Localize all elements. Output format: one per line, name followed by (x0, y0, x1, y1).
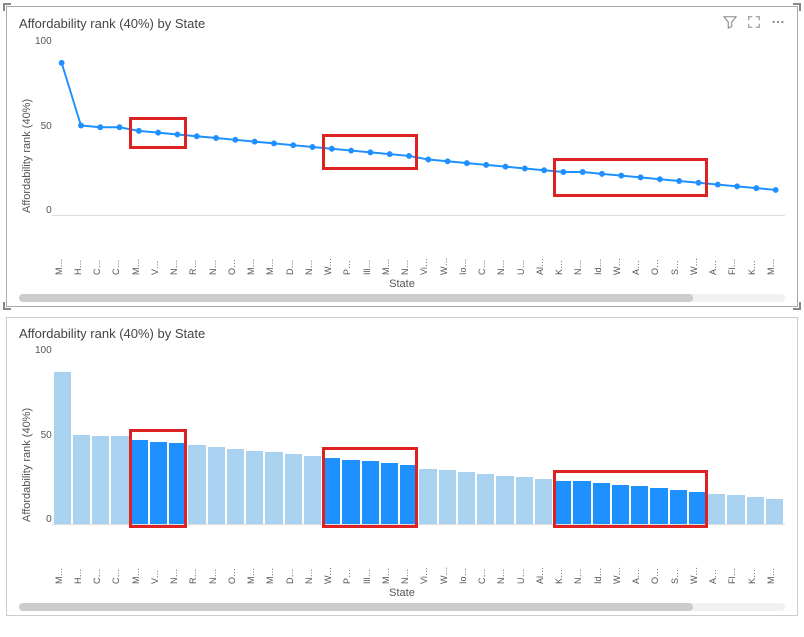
x-axis-label: State (19, 278, 785, 290)
bar[interactable] (747, 497, 764, 524)
y-axis-label: Affordability rank (40%) (19, 36, 35, 276)
resize-handle-tr[interactable] (793, 3, 801, 11)
bar[interactable] (304, 456, 321, 524)
bar[interactable] (208, 447, 225, 524)
bar[interactable] (516, 477, 533, 524)
more-options-icon[interactable] (771, 15, 785, 32)
bars-container (52, 345, 785, 524)
filter-icon[interactable] (723, 15, 737, 32)
x-axis-bar: Massachuse…HawaiiConnecticutCaliforniaMa… (52, 528, 785, 584)
x-axis-label: State (19, 587, 785, 599)
resize-handle-bl[interactable] (3, 302, 11, 310)
bar[interactable] (670, 490, 687, 524)
panel-header: Affordability rank (40%) by State (19, 326, 785, 341)
bar[interactable] (342, 460, 359, 524)
bar[interactable] (708, 494, 725, 524)
y-axis-label: Affordability rank (40%) (19, 345, 35, 585)
bar-plot-area[interactable]: Massachuse…HawaiiConnecticutCaliforniaMa… (52, 345, 785, 525)
bar[interactable] (439, 470, 456, 524)
bar[interactable] (111, 436, 128, 524)
bar[interactable] (246, 451, 263, 524)
bar[interactable] (727, 495, 744, 524)
bar[interactable] (650, 488, 667, 524)
bar[interactable] (150, 442, 167, 524)
chart-scrollbar[interactable] (19, 603, 785, 611)
x-tick-label: Michigan (766, 567, 804, 584)
scrollbar-thumb[interactable] (19, 294, 693, 302)
panel-header: Affordability rank (40%) by State (19, 15, 785, 32)
y-axis-ticks: 100 50 0 (35, 36, 52, 276)
bar[interactable] (265, 452, 282, 524)
bar[interactable] (631, 486, 648, 524)
bar[interactable] (188, 445, 205, 524)
bar[interactable] (458, 472, 475, 524)
chart-scrollbar[interactable] (19, 294, 785, 302)
bar[interactable] (554, 481, 571, 524)
bar[interactable] (323, 458, 340, 524)
bar[interactable] (593, 483, 610, 524)
bar[interactable] (169, 443, 186, 524)
bar[interactable] (535, 479, 552, 524)
bar[interactable] (131, 440, 148, 524)
bar[interactable] (73, 435, 90, 525)
line-chart-svg (52, 36, 785, 215)
bar-chart-panel[interactable]: Affordability rank (40%) by State Afford… (6, 317, 798, 616)
bar[interactable] (573, 481, 590, 524)
bar[interactable] (227, 449, 244, 524)
focus-mode-icon[interactable] (747, 15, 761, 32)
bar[interactable] (496, 476, 513, 524)
resize-handle-br[interactable] (793, 302, 801, 310)
line-plot-area[interactable]: Massachuse…HawaiiConnecticutCaliforniaMa… (52, 36, 785, 216)
x-axis-line: Massachuse…HawaiiConnecticutCaliforniaMa… (52, 219, 785, 275)
line-chart-panel[interactable]: Affordability rank (40%) by State Afford… (6, 6, 798, 307)
x-tick-label: Michigan (766, 258, 804, 275)
bar[interactable] (362, 461, 379, 524)
resize-handle-tl[interactable] (3, 3, 11, 11)
bar[interactable] (54, 372, 71, 524)
bar[interactable] (419, 469, 436, 524)
bar[interactable] (766, 499, 783, 524)
y-axis-ticks: 100 50 0 (35, 345, 52, 585)
chart-title: Affordability rank (40%) by State (19, 16, 723, 31)
bar[interactable] (381, 463, 398, 524)
bar[interactable] (285, 454, 302, 524)
bar[interactable] (689, 492, 706, 524)
bar[interactable] (612, 485, 629, 524)
scrollbar-thumb[interactable] (19, 603, 693, 611)
bar[interactable] (92, 436, 109, 524)
bar[interactable] (400, 465, 417, 524)
chart-title: Affordability rank (40%) by State (19, 326, 785, 341)
bar[interactable] (477, 474, 494, 524)
